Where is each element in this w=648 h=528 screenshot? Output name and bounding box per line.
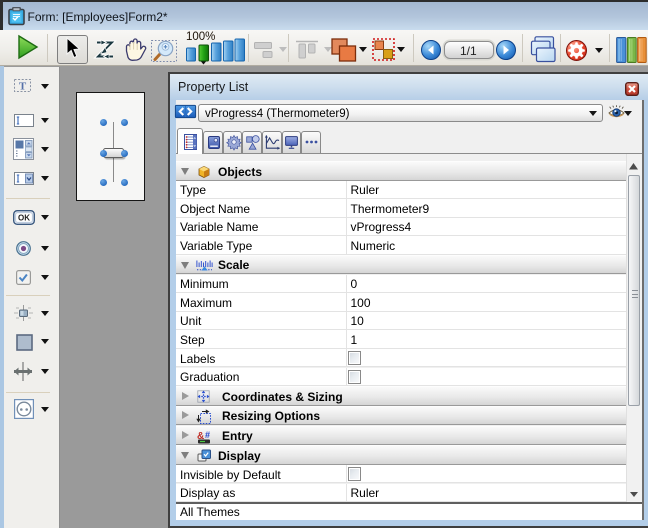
svg-text:T: T [18,81,26,93]
svg-text:OK: OK [18,213,30,222]
svg-text:#: # [205,430,210,440]
